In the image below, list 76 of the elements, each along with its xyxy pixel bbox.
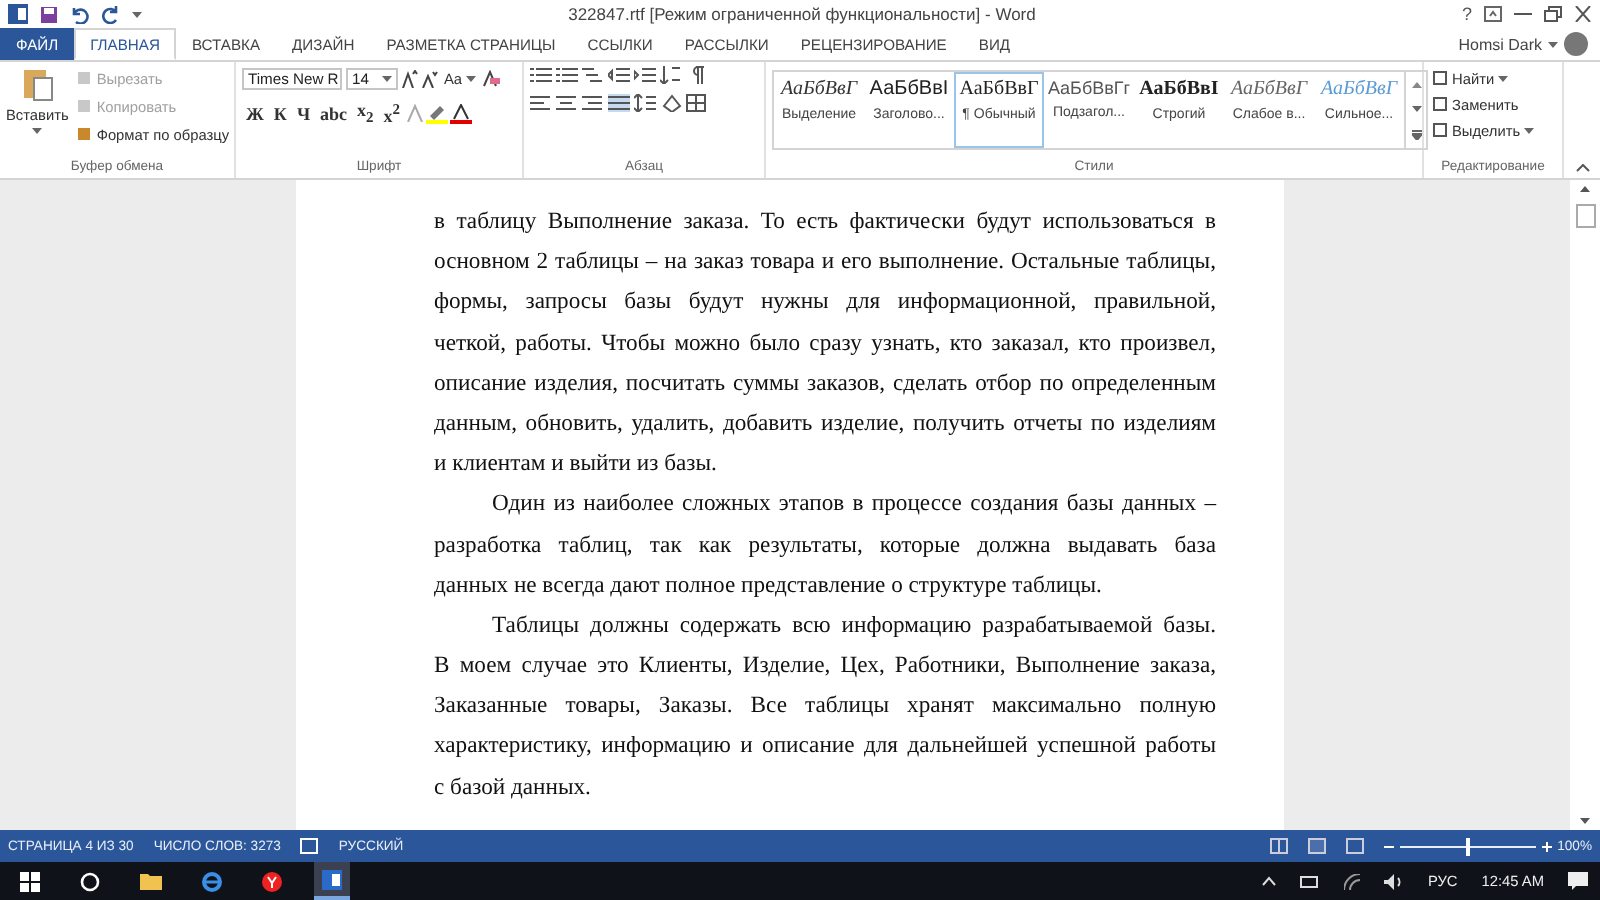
format-button[interactable]: К — [269, 100, 291, 126]
caret-icon — [466, 75, 477, 81]
caret-icon — [1498, 75, 1509, 81]
chevron-up-icon — [1261, 876, 1276, 886]
align-center-icon[interactable] — [556, 94, 578, 112]
format-button[interactable]: x$_{2}$ — [353, 100, 378, 126]
word-app-icon[interactable] — [314, 862, 350, 900]
caret-icon — [32, 128, 43, 134]
document-text-line: Один из наиболее сложных этапов в процессе создания базы данных – — [490, 488, 1216, 521]
document-text-line: описание изделия, посчитать суммы заказов, сделать отбор по определенным — [434, 367, 1216, 400]
more-icon[interactable] — [1411, 129, 1421, 139]
document-text-line: данным, обновить, удалить, добавить изделие, получить отчеты по изделиям — [434, 407, 1216, 440]
clipboard-icon — [21, 66, 54, 102]
scroll-down-icon[interactable] — [1580, 818, 1590, 824]
close-icon[interactable] — [1574, 6, 1592, 22]
line-spacing-icon[interactable] — [634, 94, 656, 112]
highlight-icon[interactable] — [426, 103, 449, 123]
document-text-line: и клиентам и выйти из базы. — [434, 448, 719, 481]
restore-icon[interactable] — [1544, 6, 1562, 22]
document-text-line: Таблицы должны содержать всю информацию разрабатываемой базы. — [490, 609, 1216, 642]
format-button[interactable]: Ж — [242, 100, 268, 126]
scroll-up-icon[interactable] — [1411, 81, 1421, 87]
sort-icon[interactable] — [660, 66, 682, 84]
scroll-down-icon[interactable] — [1411, 105, 1421, 111]
bullets-icon[interactable] — [530, 66, 552, 84]
wifi-icon — [1343, 873, 1360, 889]
document-text-line: характеристику, информацию и описание для дальнейшей успешной работы — [434, 730, 1216, 763]
grow-font-icon[interactable] — [402, 69, 418, 87]
document-text-line: формы, запросы базы будут нужны для информационной, правильной, — [434, 286, 1216, 319]
document-text-line: Заказанные товары, Заказы. Все таблицы хранят максимально полную — [434, 690, 1216, 723]
undo-icon[interactable] — [70, 5, 90, 23]
caret-icon — [1548, 41, 1558, 47]
increase-indent-icon[interactable] — [634, 66, 656, 84]
shrink-font-icon[interactable] — [422, 69, 438, 87]
decrease-indent-icon[interactable] — [608, 66, 630, 84]
notification-icon — [1568, 872, 1588, 890]
zoom-in-icon — [1541, 841, 1552, 851]
collapse-ribbon-icon[interactable] — [1575, 164, 1589, 172]
speaker-icon — [1383, 873, 1404, 889]
redo-icon[interactable] — [102, 5, 120, 23]
zoom-out-icon — [1383, 841, 1394, 851]
caret-icon — [1524, 127, 1535, 133]
battery-icon — [1299, 875, 1320, 887]
document-text-line: в таблицу Выполнение заказа. То есть фактически будут использоваться в — [434, 206, 1216, 238]
font-color-icon[interactable] — [450, 103, 473, 123]
align-left-icon[interactable] — [530, 94, 552, 112]
format-button[interactable]: abc — [316, 100, 352, 126]
shading-icon[interactable] — [660, 94, 682, 112]
print-layout-icon — [1307, 838, 1326, 854]
format-button[interactable]: Ч — [292, 100, 315, 126]
ribbon-display-icon[interactable] — [1484, 6, 1502, 22]
scroll-up-icon[interactable] — [1580, 186, 1590, 192]
clear-format-icon[interactable] — [482, 69, 501, 87]
multilevel-list-icon[interactable] — [582, 66, 604, 84]
zoom-thumb[interactable] — [1465, 837, 1470, 855]
scrollbar-thumb[interactable] — [1575, 204, 1595, 228]
user-name[interactable]: Homsi Dark — [1458, 35, 1542, 53]
document-text-line: В моем случае это Клиенты, Изделие, Цех, Работники, Выполнение заказа, — [434, 650, 1216, 683]
document-text-line: основном 2 таблицы – на заказ товара и его выполнение. Остальные таблицы, — [434, 246, 1216, 279]
document-text-line: с базой данных. — [434, 771, 593, 804]
document-text-line: четкой, работы. Чтобы можно было сразу узнать, кто заказал, кто произвел, — [434, 327, 1216, 360]
web-layout-icon — [1345, 838, 1364, 854]
save-icon[interactable] — [40, 5, 58, 23]
justify-icon[interactable] — [608, 94, 630, 112]
align-right-icon[interactable] — [582, 94, 604, 112]
numbering-icon[interactable] — [556, 66, 578, 84]
borders-icon[interactable] — [686, 94, 708, 112]
window-title: 322847.rtf [Режим ограниченной функциональности] - Word — [566, 4, 1038, 24]
caret-icon — [382, 75, 392, 81]
caret-icon — [132, 11, 142, 17]
document-text-line: данных не всегда дают полное представление о структуре таблицы. — [434, 569, 1104, 602]
format-button[interactable]: x$^{2}$ — [379, 100, 405, 126]
document-text-line: разработка таблиц, так как результаты, которые должна выдавать база — [434, 529, 1216, 561]
help-button[interactable]: ? — [1461, 4, 1472, 24]
read-mode-icon — [1269, 838, 1288, 854]
avatar-icon — [1564, 32, 1588, 56]
